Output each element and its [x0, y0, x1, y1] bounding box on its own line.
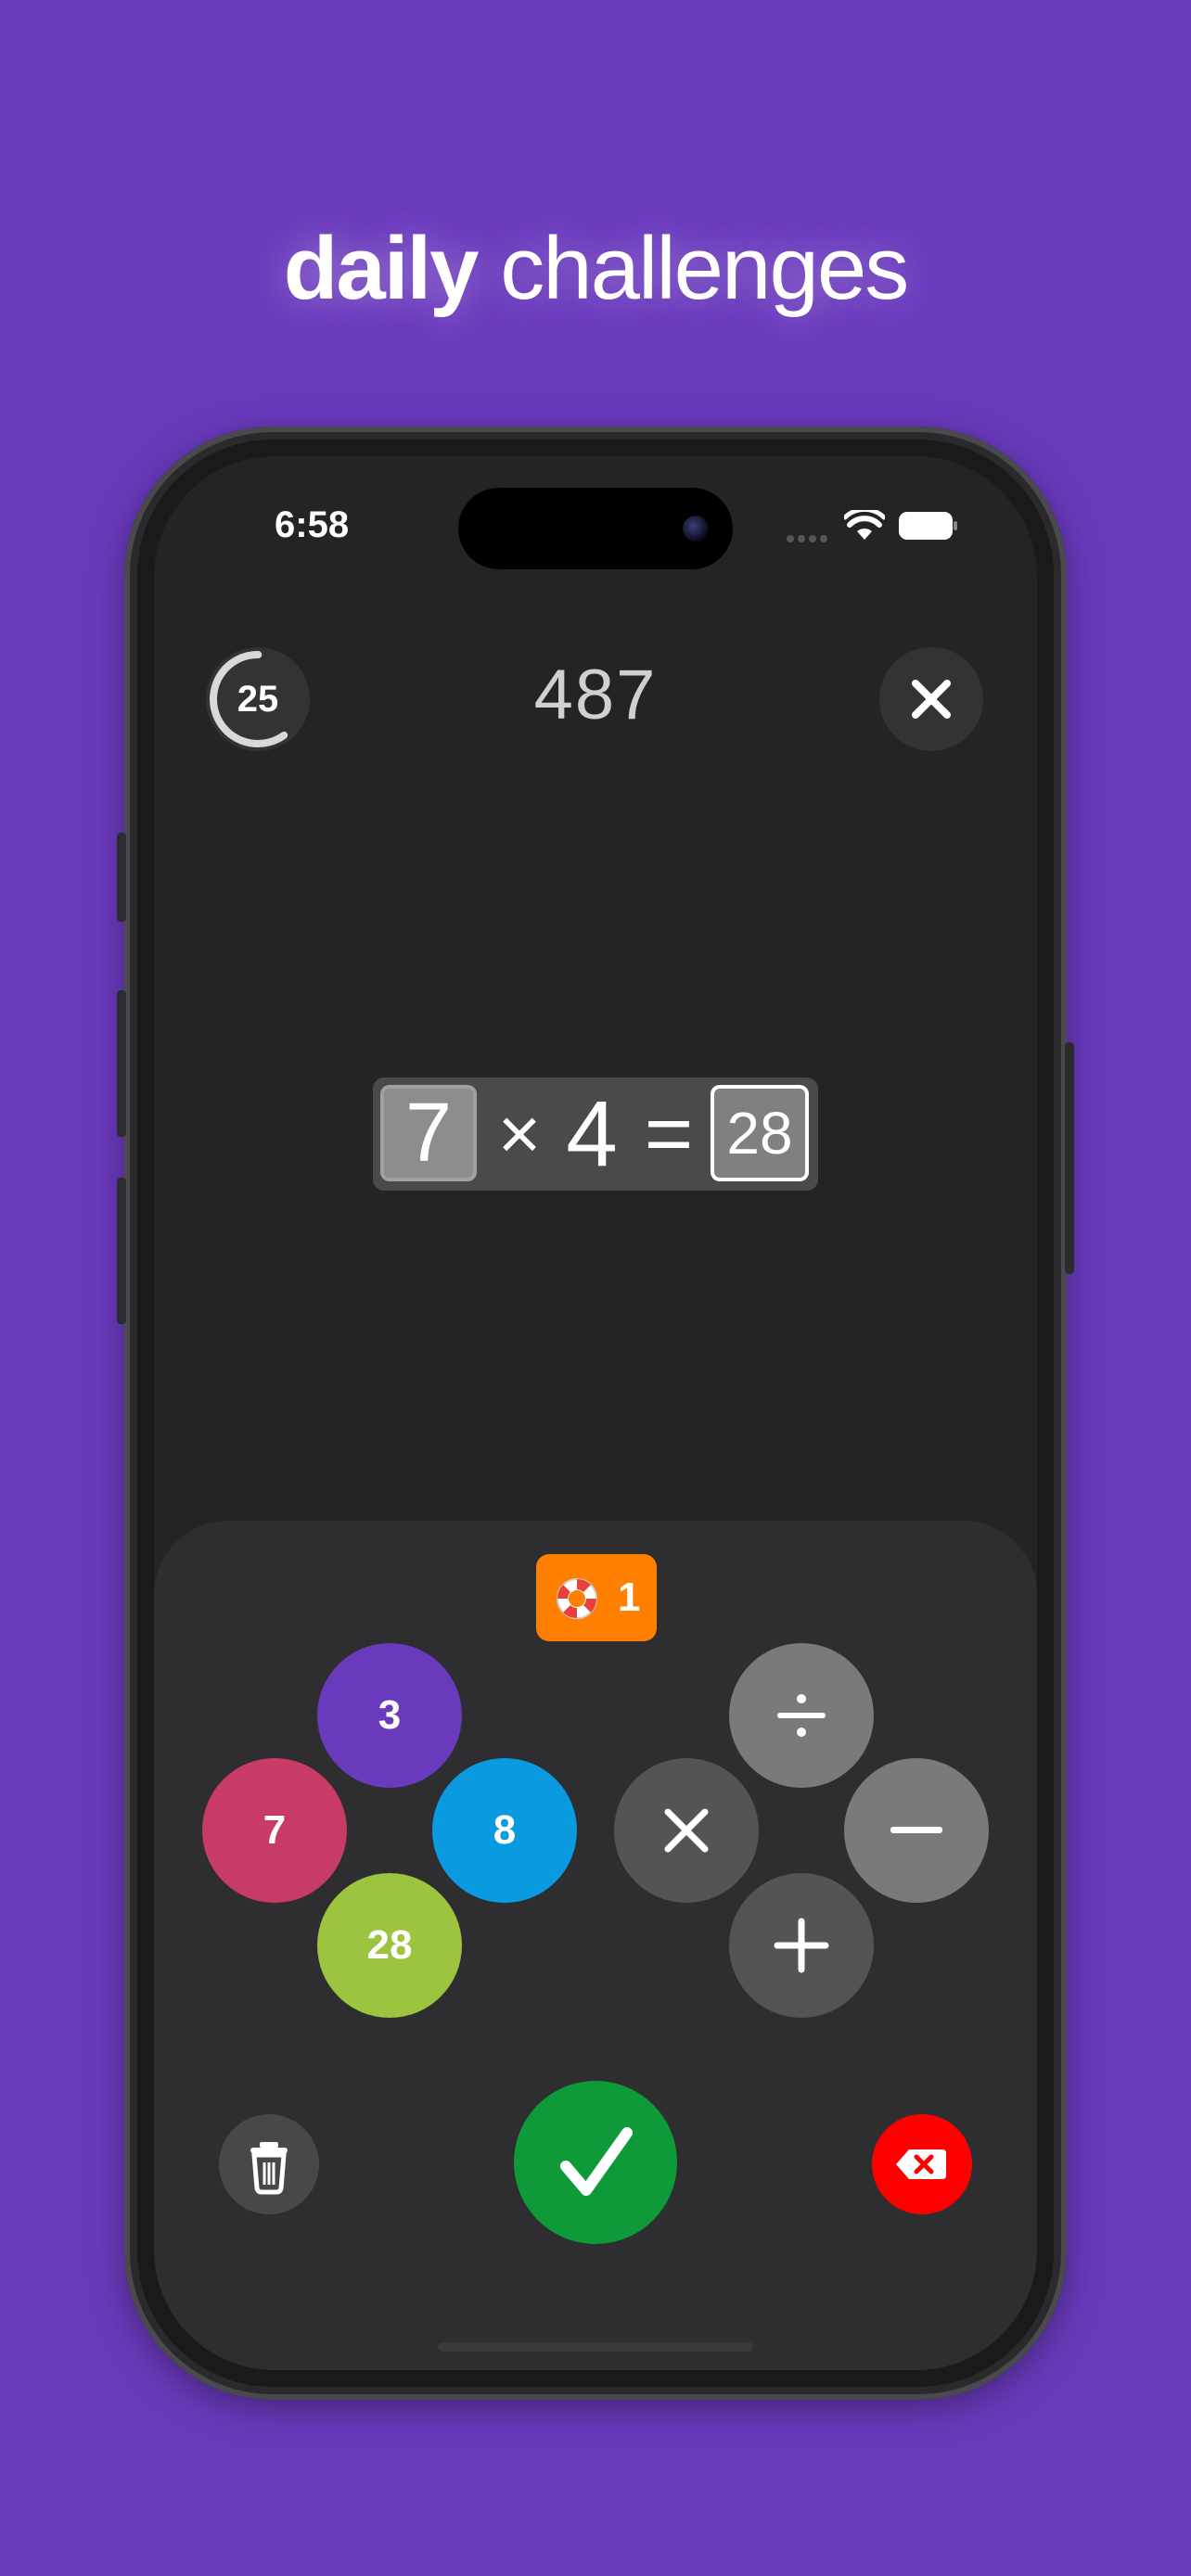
wifi-icon [844, 510, 885, 540]
number-label: 28 [366, 1922, 413, 1968]
close-icon [912, 680, 951, 719]
plus-icon [774, 1918, 829, 1973]
number-7-button[interactable]: 7 [202, 1758, 347, 1903]
dynamic-island [458, 488, 733, 569]
hint-button[interactable]: 1 [536, 1554, 657, 1641]
timer-value: 25 [237, 679, 279, 720]
action-button [117, 833, 126, 922]
operand-b: 4 [566, 1082, 618, 1186]
home-indicator [438, 2342, 753, 2352]
number-8-button[interactable]: 8 [432, 1758, 577, 1903]
checkmark-icon [560, 2127, 633, 2196]
status-time: 6:58 [275, 504, 350, 545]
operator-symbol: × [497, 1092, 542, 1175]
volume-up-button [117, 990, 126, 1137]
multiply-button[interactable] [614, 1758, 759, 1903]
number-label: 3 [378, 1692, 402, 1738]
volume-down-button [117, 1178, 126, 1324]
lifebuoy-icon [557, 1578, 597, 1619]
number-label: 8 [493, 1807, 517, 1853]
close-button[interactable] [879, 647, 983, 751]
power-button [1065, 1042, 1074, 1274]
countdown-timer: 25 [206, 647, 310, 751]
minus-button[interactable] [844, 1758, 989, 1903]
plus-button[interactable] [729, 1873, 874, 2018]
headline-bold: daily [283, 219, 480, 318]
result-tile[interactable]: 28 [711, 1085, 809, 1181]
divide-icon [777, 1694, 826, 1737]
clear-button[interactable] [219, 2114, 319, 2214]
headline: daily challenges [0, 213, 1191, 325]
delete-button[interactable] [872, 2114, 972, 2214]
equals-symbol: = [644, 1088, 694, 1180]
operand-a-tile[interactable]: 7 [380, 1085, 477, 1181]
headline-light: challenges [477, 219, 909, 318]
submit-button[interactable] [514, 2081, 677, 2244]
trash-icon [250, 2142, 288, 2195]
camera-icon [683, 516, 709, 542]
cellular-icon [787, 530, 831, 542]
equation-display: 7 × 4 = 28 [373, 1078, 818, 1191]
phone-screen: 6:58 25 487 7 × 4 = 28 1 3 7 8 28 [154, 456, 1037, 2370]
number-label: 7 [263, 1807, 287, 1853]
hint-count: 1 [618, 1575, 641, 1620]
backspace-icon [896, 2149, 946, 2179]
number-28-button[interactable]: 28 [317, 1873, 462, 2018]
multiply-icon [664, 1808, 709, 1853]
score: 487 [533, 656, 658, 734]
minus-icon [890, 1827, 942, 1833]
battery-icon [899, 512, 957, 540]
divide-button[interactable] [729, 1643, 874, 1788]
number-3-button[interactable]: 3 [317, 1643, 462, 1788]
